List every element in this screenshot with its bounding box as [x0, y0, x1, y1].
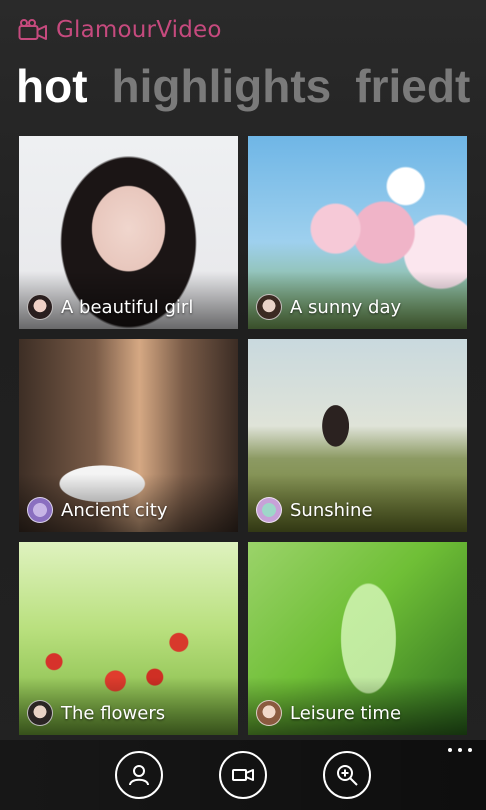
app-title: GlamourVideo: [56, 17, 222, 43]
avatar: [256, 700, 282, 726]
tile-caption-text: Ancient city: [61, 499, 168, 521]
avatar: [256, 497, 282, 523]
tile-caption: The flowers: [27, 700, 165, 726]
more-dot: [448, 748, 452, 752]
zoom-in-icon: [337, 765, 358, 786]
application-bar: [0, 740, 486, 810]
avatar: [27, 294, 53, 320]
tile-caption: Leisure time: [256, 700, 401, 726]
zoom-in-button[interactable]: [323, 751, 371, 799]
record-video-icon: [232, 769, 254, 781]
app-header: GlamourVideo: [18, 14, 222, 46]
tile-caption-text: Leisure time: [290, 702, 402, 724]
video-tile[interactable]: The flowers: [19, 542, 238, 735]
video-camera-icon: [18, 19, 47, 40]
avatar: [27, 700, 53, 726]
video-tile[interactable]: Sunshine: [248, 339, 467, 532]
tile-caption: Ancient city: [27, 497, 168, 523]
profile-icon: [129, 765, 149, 786]
tile-caption-text: A sunny day: [290, 296, 402, 318]
ellipsis-icon[interactable]: [448, 748, 472, 752]
video-tile[interactable]: A beautiful girl: [19, 136, 238, 329]
tab-friends[interactable]: friedt: [355, 58, 470, 114]
video-tile[interactable]: Ancient city: [19, 339, 238, 532]
avatar: [256, 294, 282, 320]
record-video-button[interactable]: [219, 751, 267, 799]
video-tile[interactable]: Leisure time: [248, 542, 467, 735]
tile-caption-text: A beautiful girl: [61, 296, 194, 318]
more-dot: [468, 748, 472, 752]
video-tile[interactable]: A sunny day: [248, 136, 467, 329]
tile-caption: A beautiful girl: [27, 294, 193, 320]
more-dot: [458, 748, 462, 752]
pivot-header: hot highlights friedt: [16, 58, 470, 114]
avatar: [27, 497, 53, 523]
tile-caption-text: The flowers: [61, 702, 166, 724]
tile-caption-text: Sunshine: [290, 499, 373, 521]
profile-button[interactable]: [115, 751, 163, 799]
tab-highlights[interactable]: highlights: [112, 58, 332, 114]
tile-caption: A sunny day: [256, 294, 401, 320]
tab-hot[interactable]: hot: [16, 58, 88, 114]
tile-caption: Sunshine: [256, 497, 373, 523]
